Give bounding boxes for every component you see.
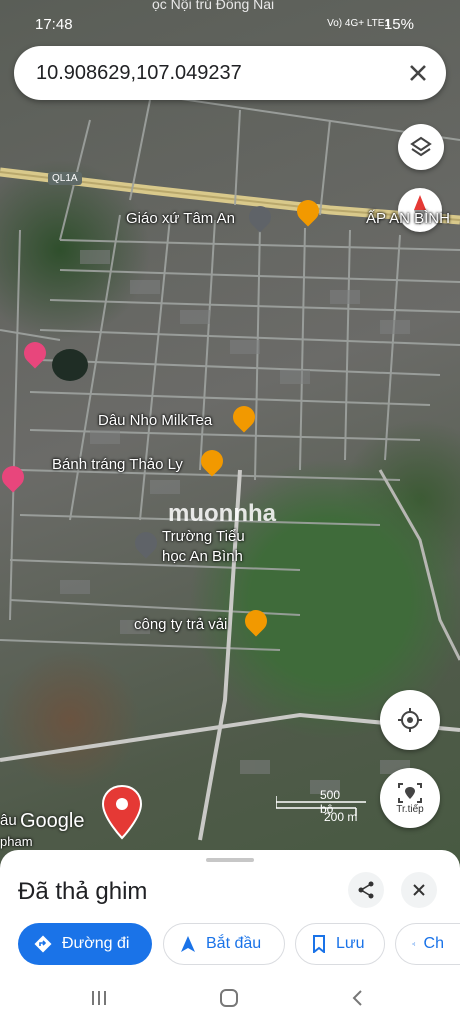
scale-meters: 200 m xyxy=(324,810,358,824)
share-chip-label: Ch xyxy=(423,935,444,952)
save-button[interactable]: Lưu xyxy=(295,923,385,965)
partial-label-2: pham xyxy=(0,834,33,849)
dropped-pin-icon[interactable] xyxy=(100,784,144,840)
poi-label-church[interactable]: Giáo xứ Tâm An xyxy=(126,210,235,227)
google-logo: Google xyxy=(20,810,85,832)
share-chip-button[interactable]: Ch xyxy=(395,923,460,965)
close-sheet-button[interactable] xyxy=(401,872,437,908)
back-icon[interactable] xyxy=(348,988,368,1008)
watermark-logo: muonnha xyxy=(168,500,276,527)
sheet-title: Đã thả ghim xyxy=(18,878,148,905)
navigation-arrow-icon xyxy=(181,936,195,952)
poi-label-milktea[interactable]: Dâu Nho MilkTea xyxy=(98,412,212,429)
layers-icon xyxy=(410,136,432,157)
crosshair-icon xyxy=(398,708,422,732)
bookmark-icon xyxy=(313,935,325,953)
poi-label-school-1[interactable]: Trường Tiểu xyxy=(162,528,245,545)
poi-label-banh-trang[interactable]: Bánh tráng Thảo Ly xyxy=(52,456,183,473)
system-navigation-bar xyxy=(0,974,460,1024)
close-icon xyxy=(413,884,425,896)
search-bar[interactable]: 10.908629,107.049237 xyxy=(14,46,446,100)
search-input[interactable]: 10.908629,107.049237 xyxy=(36,62,242,85)
close-icon[interactable] xyxy=(404,59,432,87)
share-icon xyxy=(358,881,374,899)
navigation-frame-icon xyxy=(398,782,422,803)
directions-icon xyxy=(34,935,52,953)
share-button[interactable] xyxy=(348,872,384,908)
poi-label-school-2[interactable]: học An Bình xyxy=(162,548,243,565)
poi-label-hamlet: ẤP AN BÌNH xyxy=(366,210,450,227)
recent-apps-icon[interactable] xyxy=(89,988,109,1008)
start-button[interactable]: Bắt đầu xyxy=(163,923,285,965)
road-label-ql1a: QL1A xyxy=(48,172,82,185)
start-label: Bắt đầu xyxy=(206,935,262,952)
poi-label-tea-company[interactable]: công ty trả vải xyxy=(134,616,227,633)
status-bar: ọc Nội trú Đồng Nai 17:48 Vo) 4G+ LTE1 1… xyxy=(0,0,460,52)
start-navigation-button[interactable]: Tr.tiếp xyxy=(380,768,440,828)
status-battery: 15% xyxy=(383,16,414,33)
map-overlay-label: ọc Nội trú Đồng Nai xyxy=(152,0,275,12)
status-network: Vo) 4G+ LTE1 xyxy=(327,18,390,29)
share-icon xyxy=(412,942,416,946)
start-navigation-label: Tr.tiếp xyxy=(396,803,424,815)
layers-button[interactable] xyxy=(398,124,444,170)
directions-button[interactable]: Đường đi xyxy=(18,923,152,965)
directions-label: Đường đi xyxy=(62,935,130,952)
save-label: Lưu xyxy=(336,935,365,952)
my-location-button[interactable] xyxy=(380,690,440,750)
partial-label-1: âu xyxy=(0,812,17,829)
status-time: 17:48 xyxy=(35,16,73,33)
sheet-drag-handle[interactable] xyxy=(206,858,254,862)
home-icon[interactable] xyxy=(218,987,240,1009)
